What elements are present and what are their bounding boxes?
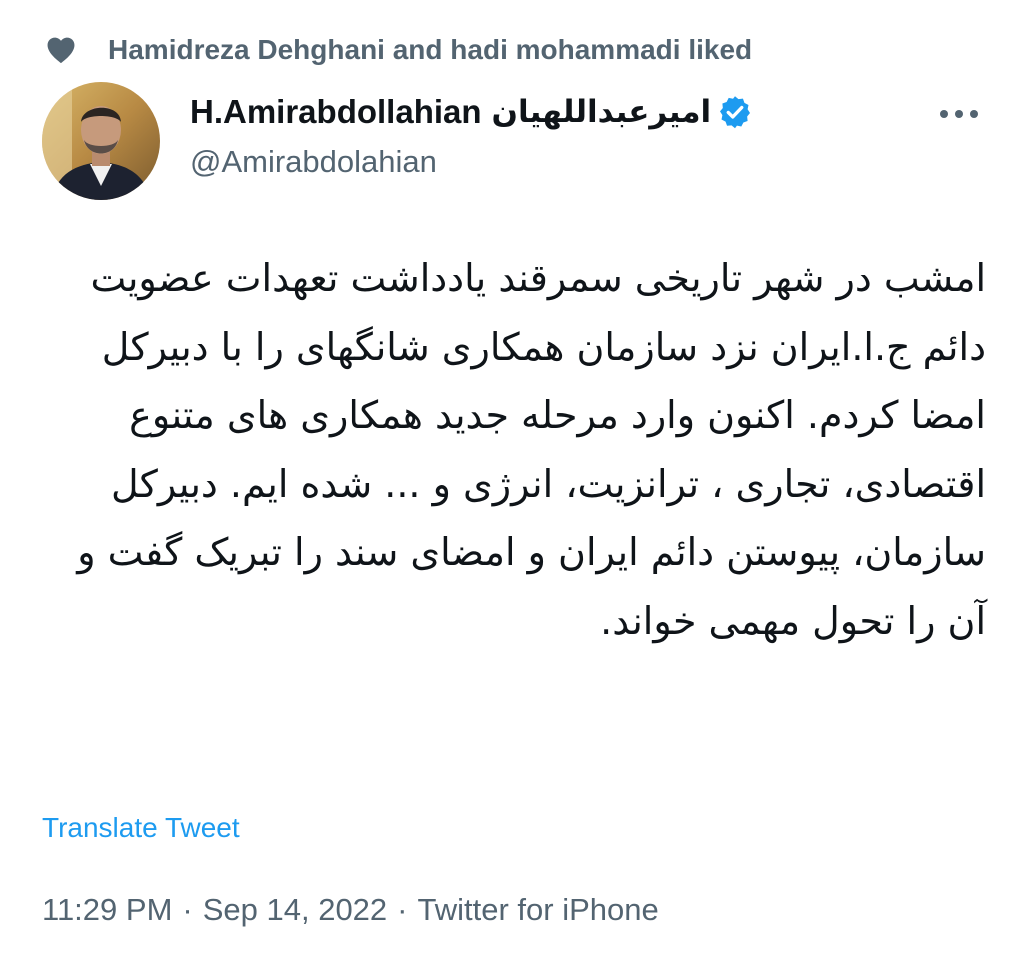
name-row[interactable]: H.Amirabdollahian امیرعبداللهیان — [190, 90, 910, 134]
separator-dot: · — [182, 892, 193, 927]
tweet-metadata: 11:29 PM · Sep 14, 2022 · Twitter for iPhone — [42, 892, 659, 928]
translate-tweet-link[interactable]: Translate Tweet — [42, 812, 240, 844]
user-handle[interactable]: @Amirabdolahian — [190, 144, 910, 180]
tweet-source[interactable]: Twitter for iPhone — [418, 892, 659, 927]
tweet-text: امشب در شهر تاریخی سمرقند یادداشت تعهدات… — [77, 256, 986, 643]
display-name[interactable]: H.Amirabdollahian — [190, 93, 482, 131]
display-name-persian[interactable]: امیرعبداللهیان — [492, 94, 712, 130]
social-context-text: Hamidreza Dehghani and hadi mohammadi li… — [108, 34, 753, 65]
tweet-time[interactable]: 11:29 PM — [42, 892, 172, 927]
verified-badge-icon — [717, 94, 753, 130]
avatar[interactable] — [42, 82, 160, 200]
heart-icon — [44, 33, 78, 67]
author-block: H.Amirabdollahian امیرعبداللهیان @Amirab… — [190, 90, 910, 180]
more-options-button[interactable] — [934, 96, 984, 132]
tweet-date[interactable]: Sep 14, 2022 — [203, 892, 387, 927]
separator-dot: · — [397, 892, 408, 927]
social-context[interactable]: Hamidreza Dehghani and hadi mohammadi li… — [44, 30, 752, 70]
more-icon — [934, 110, 984, 136]
